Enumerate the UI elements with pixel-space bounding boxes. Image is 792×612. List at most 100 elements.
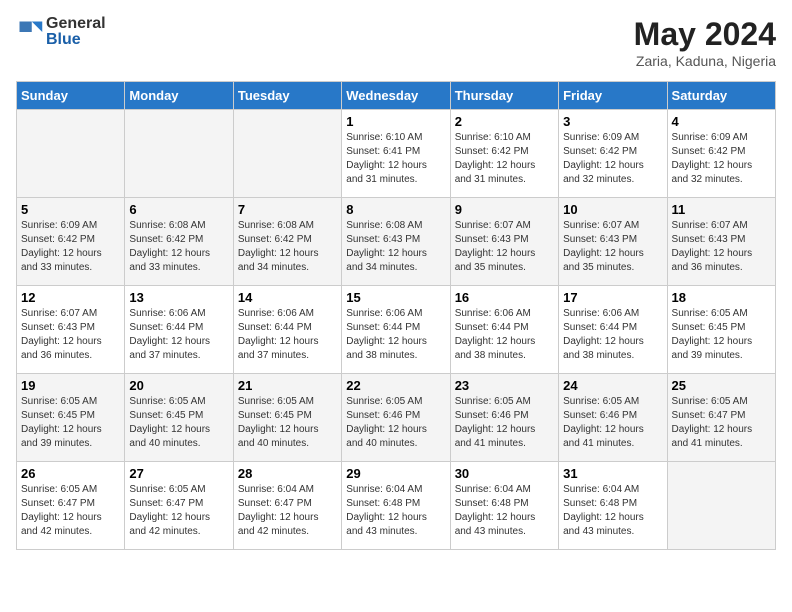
logo-general-text: General [46, 16, 106, 32]
calendar-cell: 2 Sunrise: 6:10 AM Sunset: 6:42 PM Daylig… [450, 110, 558, 198]
day-number: 9 [455, 202, 554, 217]
calendar-cell: 29Sunrise: 6:04 AM Sunset: 6:48 PM Dayli… [342, 462, 450, 550]
day-number: 2 [455, 114, 554, 129]
day-info: Sunrise: 6:09 AM Sunset: 6:42 PM Dayligh… [563, 131, 662, 187]
calendar-cell: 14 Sunrise: 6:06 AM Sunset: 6:44 PM Dayli… [233, 286, 341, 374]
calendar-body: 1Sunrise: 6:10 AM Sunset: 6:41 PM Daylig… [17, 110, 776, 550]
calendar-cell: 3 Sunrise: 6:09 AM Sunset: 6:42 PM Daylig… [559, 110, 667, 198]
calendar-title: May 2024 [634, 16, 776, 53]
day-number: 19 [21, 378, 120, 393]
day-info: Sunrise: 6:04 AM Sunset: 6:47 PM Dayligh… [238, 483, 337, 539]
day-number: 22 [346, 378, 445, 393]
day-info: Sunrise: 6:04 AM Sunset: 6:48 PM Dayligh… [455, 483, 554, 539]
calendar-cell: 18Sunrise: 6:05 AM Sunset: 6:45 PM Dayli… [667, 286, 775, 374]
day-info: Sunrise: 6:05 AM Sunset: 6:45 PM Dayligh… [129, 395, 228, 451]
day-number: 15 [346, 290, 445, 305]
calendar-cell: 24 Sunrise: 6:05 AM Sunset: 6:46 PM Dayli… [559, 374, 667, 462]
calendar-cell: 19Sunrise: 6:05 AM Sunset: 6:45 PM Dayli… [17, 374, 125, 462]
day-info: Sunrise: 6:04 AM Sunset: 6:48 PM Dayligh… [563, 483, 662, 539]
calendar-cell: 28 Sunrise: 6:04 AM Sunset: 6:47 PM Dayli… [233, 462, 341, 550]
logo-icon [16, 18, 44, 46]
calendar-cell: 5 Sunrise: 6:09 AM Sunset: 6:42 PM Daylig… [17, 198, 125, 286]
logo: General Blue [16, 16, 106, 48]
day-number: 30 [455, 466, 554, 481]
day-number: 14 [238, 290, 337, 305]
day-info: Sunrise: 6:05 AM Sunset: 6:47 PM Dayligh… [129, 483, 228, 539]
day-info: Sunrise: 6:08 AM Sunset: 6:42 PM Dayligh… [129, 219, 228, 275]
day-info: Sunrise: 6:09 AM Sunset: 6:42 PM Dayligh… [672, 131, 771, 187]
header-row: Sunday Monday Tuesday Wednesday Thursday… [17, 82, 776, 110]
calendar-week-5: 26 Sunrise: 6:05 AM Sunset: 6:47 PM Dayli… [17, 462, 776, 550]
calendar-cell: 30 Sunrise: 6:04 AM Sunset: 6:48 PM Dayli… [450, 462, 558, 550]
day-info: Sunrise: 6:07 AM Sunset: 6:43 PM Dayligh… [21, 307, 120, 363]
calendar-cell: 20 Sunrise: 6:05 AM Sunset: 6:45 PM Dayli… [125, 374, 233, 462]
day-info: Sunrise: 6:05 AM Sunset: 6:46 PM Dayligh… [346, 395, 445, 451]
day-number: 21 [238, 378, 337, 393]
day-number: 20 [129, 378, 228, 393]
day-number: 23 [455, 378, 554, 393]
day-number: 25 [672, 378, 771, 393]
day-number: 10 [563, 202, 662, 217]
day-info: Sunrise: 6:06 AM Sunset: 6:44 PM Dayligh… [455, 307, 554, 363]
calendar-cell: 15 Sunrise: 6:06 AM Sunset: 6:44 PM Dayli… [342, 286, 450, 374]
col-thursday: Thursday [450, 82, 558, 110]
day-number: 31 [563, 466, 662, 481]
day-number: 6 [129, 202, 228, 217]
calendar-cell: 12 Sunrise: 6:07 AM Sunset: 6:43 PM Dayli… [17, 286, 125, 374]
day-info: Sunrise: 6:05 AM Sunset: 6:45 PM Dayligh… [672, 307, 771, 363]
day-info: Sunrise: 6:09 AM Sunset: 6:42 PM Dayligh… [21, 219, 120, 275]
day-number: 11 [672, 202, 771, 217]
day-info: Sunrise: 6:06 AM Sunset: 6:44 PM Dayligh… [238, 307, 337, 363]
day-info: Sunrise: 6:07 AM Sunset: 6:43 PM Dayligh… [563, 219, 662, 275]
day-number: 8 [346, 202, 445, 217]
calendar-week-2: 5 Sunrise: 6:09 AM Sunset: 6:42 PM Daylig… [17, 198, 776, 286]
calendar-cell [233, 110, 341, 198]
calendar-cell: 31 Sunrise: 6:04 AM Sunset: 6:48 PM Dayli… [559, 462, 667, 550]
day-info: Sunrise: 6:06 AM Sunset: 6:44 PM Dayligh… [129, 307, 228, 363]
logo-blue-text: Blue [46, 32, 106, 48]
day-number: 29 [346, 466, 445, 481]
day-info: Sunrise: 6:05 AM Sunset: 6:45 PM Dayligh… [238, 395, 337, 451]
day-number: 28 [238, 466, 337, 481]
calendar-cell: 11Sunrise: 6:07 AM Sunset: 6:43 PM Dayli… [667, 198, 775, 286]
calendar-cell [667, 462, 775, 550]
day-info: Sunrise: 6:05 AM Sunset: 6:46 PM Dayligh… [455, 395, 554, 451]
col-sunday: Sunday [17, 82, 125, 110]
calendar-header: Sunday Monday Tuesday Wednesday Thursday… [17, 82, 776, 110]
col-friday: Friday [559, 82, 667, 110]
calendar-cell: 17Sunrise: 6:06 AM Sunset: 6:44 PM Dayli… [559, 286, 667, 374]
calendar-cell: 26 Sunrise: 6:05 AM Sunset: 6:47 PM Dayli… [17, 462, 125, 550]
day-number: 5 [21, 202, 120, 217]
day-info: Sunrise: 6:07 AM Sunset: 6:43 PM Dayligh… [455, 219, 554, 275]
calendar-table: Sunday Monday Tuesday Wednesday Thursday… [16, 81, 776, 550]
day-number: 3 [563, 114, 662, 129]
day-number: 26 [21, 466, 120, 481]
day-info: Sunrise: 6:05 AM Sunset: 6:47 PM Dayligh… [672, 395, 771, 451]
col-tuesday: Tuesday [233, 82, 341, 110]
calendar-cell [17, 110, 125, 198]
day-number: 24 [563, 378, 662, 393]
calendar-cell: 27 Sunrise: 6:05 AM Sunset: 6:47 PM Dayli… [125, 462, 233, 550]
day-number: 7 [238, 202, 337, 217]
calendar-week-4: 19 Sunrise: 6:05 AM Sunset: 6:45 PM Dayli… [17, 374, 776, 462]
calendar-cell: 25 Sunrise: 6:05 AM Sunset: 6:47 PM Dayli… [667, 374, 775, 462]
day-info: Sunrise: 6:06 AM Sunset: 6:44 PM Dayligh… [346, 307, 445, 363]
day-info: Sunrise: 6:10 AM Sunset: 6:42 PM Dayligh… [455, 131, 554, 187]
day-info: Sunrise: 6:05 AM Sunset: 6:46 PM Dayligh… [563, 395, 662, 451]
calendar-cell: 9 Sunrise: 6:07 AM Sunset: 6:43 PM Daylig… [450, 198, 558, 286]
day-number: 4 [672, 114, 771, 129]
col-monday: Monday [125, 82, 233, 110]
day-info: Sunrise: 6:05 AM Sunset: 6:47 PM Dayligh… [21, 483, 120, 539]
calendar-cell: 16Sunrise: 6:06 AM Sunset: 6:44 PM Dayli… [450, 286, 558, 374]
calendar-cell: 6 Sunrise: 6:08 AM Sunset: 6:42 PM Daylig… [125, 198, 233, 286]
calendar-subtitle: Zaria, Kaduna, Nigeria [634, 53, 776, 69]
day-info: Sunrise: 6:06 AM Sunset: 6:44 PM Dayligh… [563, 307, 662, 363]
calendar-week-1: 1Sunrise: 6:10 AM Sunset: 6:41 PM Daylig… [17, 110, 776, 198]
col-wednesday: Wednesday [342, 82, 450, 110]
calendar-week-3: 12 Sunrise: 6:07 AM Sunset: 6:43 PM Dayli… [17, 286, 776, 374]
calendar-cell: 21 Sunrise: 6:05 AM Sunset: 6:45 PM Dayli… [233, 374, 341, 462]
day-number: 27 [129, 466, 228, 481]
day-info: Sunrise: 6:08 AM Sunset: 6:43 PM Dayligh… [346, 219, 445, 275]
calendar-cell: 1Sunrise: 6:10 AM Sunset: 6:41 PM Daylig… [342, 110, 450, 198]
day-number: 12 [21, 290, 120, 305]
